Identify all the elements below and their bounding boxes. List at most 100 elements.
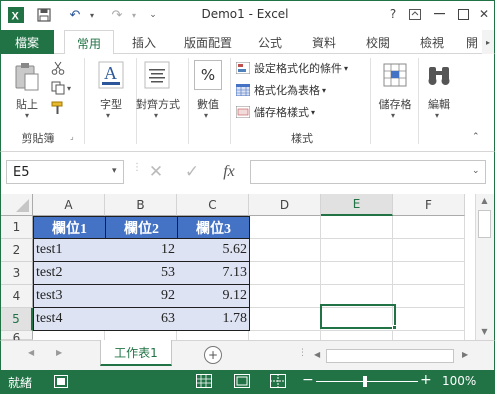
sheet-prev-icon[interactable]: ◀ [28, 348, 34, 357]
row-header-3[interactable]: 3 [1, 262, 33, 285]
tab-formulas[interactable]: 公式 [250, 30, 290, 54]
column-header-d[interactable]: D [249, 194, 321, 216]
column-header-f[interactable]: F [393, 194, 465, 216]
tab-home[interactable]: 常用 [64, 30, 114, 55]
table-cell[interactable]: 9.12 [177, 285, 250, 308]
table-cell[interactable]: 12 [105, 239, 178, 262]
scroll-up-icon[interactable]: ▲ [477, 196, 492, 208]
table-cell[interactable]: 63 [105, 308, 178, 331]
row-header-6[interactable]: 6 [1, 331, 33, 345]
table-header-cell[interactable]: 欄位2 [105, 216, 178, 239]
macro-record-icon[interactable] [54, 375, 68, 388]
cut-icon[interactable] [50, 60, 66, 76]
row-header-4[interactable]: 4 [1, 285, 33, 308]
table-cell[interactable]: test3 [33, 285, 106, 308]
new-sheet-icon[interactable]: + [204, 346, 222, 364]
editing-dropdown-icon[interactable]: ▾ [435, 111, 439, 120]
save-icon[interactable] [34, 5, 54, 25]
table-cell[interactable]: test2 [33, 262, 106, 285]
selected-cell-e5[interactable] [320, 304, 396, 329]
table-header-cell[interactable]: 欄位3 [177, 216, 250, 239]
minimize-icon[interactable] [428, 4, 450, 24]
table-cell[interactable]: 92 [105, 285, 178, 308]
zoom-slider-track[interactable] [316, 381, 418, 382]
format-as-table-button[interactable]: 格式化為表格 ▾ [235, 81, 326, 99]
cells-button[interactable]: 儲存格 [374, 96, 416, 112]
redo-dropdown-icon[interactable]: ▾ [128, 5, 140, 25]
zoom-level[interactable]: 100% [442, 374, 476, 388]
table-cell[interactable]: 53 [105, 262, 178, 285]
tab-data[interactable]: 資料 [304, 30, 344, 54]
expand-formula-bar-icon[interactable]: ⌄ [472, 166, 480, 176]
table-cell[interactable]: test1 [33, 239, 106, 262]
enter-icon[interactable]: ✓ [180, 160, 204, 184]
binoculars-icon[interactable] [424, 60, 454, 90]
empty-cells-row6[interactable] [33, 331, 249, 340]
help-button[interactable]: ? [382, 4, 404, 24]
tab-page-layout[interactable]: 版面配置 [178, 30, 238, 54]
format-painter-icon[interactable] [50, 100, 66, 116]
number-dropdown-icon[interactable]: ▾ [204, 111, 208, 120]
table-cell[interactable]: 5.62 [177, 239, 250, 262]
column-header-c[interactable]: C [177, 194, 249, 216]
close-icon[interactable]: ✕ [473, 4, 495, 24]
alignment-button[interactable]: 對齊方式 [132, 96, 184, 112]
customize-qat-icon[interactable]: ⌄ [146, 5, 160, 25]
font-dropdown-icon[interactable]: ▾ [106, 111, 110, 120]
tab-review[interactable]: 校閱 [358, 30, 398, 54]
formula-input[interactable] [250, 160, 486, 184]
alignment-dropdown-icon[interactable]: ▾ [154, 111, 158, 120]
table-cell[interactable]: test4 [33, 308, 106, 331]
alignment-icon[interactable] [142, 60, 172, 90]
collapse-ribbon-icon[interactable]: ⌃ [472, 132, 480, 142]
sheet-next-icon[interactable]: ▶ [56, 348, 62, 357]
cells-dropdown-icon[interactable]: ▾ [391, 111, 395, 120]
column-header-b[interactable]: B [105, 194, 177, 216]
paste-button[interactable]: 貼上 [8, 96, 46, 112]
undo-dropdown-icon[interactable]: ▾ [86, 5, 98, 25]
zoom-slider-thumb[interactable] [363, 376, 367, 387]
number-button[interactable]: 數值 [190, 96, 226, 112]
font-button[interactable]: 字型 [90, 96, 132, 112]
editing-button[interactable]: 編輯 [420, 96, 458, 112]
copy-dropdown-icon[interactable]: ▾ [67, 84, 71, 93]
table-cell[interactable]: 1.78 [177, 308, 250, 331]
page-layout-view-icon[interactable] [234, 374, 250, 388]
tab-view[interactable]: 檢視 [412, 30, 452, 54]
maximize-icon[interactable] [452, 4, 474, 24]
sheet-tab-active[interactable]: 工作表1 [100, 340, 172, 366]
fill-handle[interactable] [392, 325, 397, 330]
select-all-corner[interactable] [1, 194, 33, 216]
page-break-view-icon[interactable] [270, 374, 286, 388]
scroll-down-icon[interactable]: ▼ [477, 327, 492, 339]
name-box[interactable]: E5 [6, 160, 124, 184]
table-cell[interactable]: 7.13 [177, 262, 250, 285]
row-header-2[interactable]: 2 [1, 239, 33, 262]
zoom-in-icon[interactable]: + [420, 372, 432, 388]
row-header-1[interactable]: 1 [1, 216, 33, 239]
column-header-a[interactable]: A [33, 194, 105, 216]
name-box-dropdown-icon[interactable]: ▾ [112, 166, 117, 176]
tab-split-grip-icon[interactable]: ⋮ [298, 348, 307, 362]
tab-scroll-right-icon[interactable]: ▸ [482, 30, 494, 54]
redo-icon[interactable]: ↷ [106, 5, 128, 25]
column-header-e[interactable]: E [321, 194, 393, 216]
scroll-left-icon[interactable]: ◀ [314, 350, 320, 359]
zoom-out-icon[interactable]: − [302, 372, 314, 388]
scroll-right-icon[interactable]: ▶ [462, 350, 468, 359]
clipboard-launcher-icon[interactable]: ⌟ [70, 132, 80, 142]
font-icon[interactable]: A [96, 60, 126, 90]
ribbon-options-icon[interactable] [404, 4, 426, 24]
cancel-icon[interactable]: ✕ [144, 160, 168, 184]
paste-dropdown-icon[interactable]: ▾ [22, 111, 32, 120]
undo-icon[interactable]: ↶ [64, 5, 86, 25]
cell-styles-button[interactable]: 儲存格樣式 ▾ [235, 103, 315, 121]
insert-function-icon[interactable]: fx [216, 160, 242, 184]
copy-icon[interactable] [50, 80, 66, 96]
normal-view-icon[interactable] [196, 374, 212, 388]
horizontal-scroll-thumb[interactable] [326, 349, 454, 363]
conditional-formatting-button[interactable]: 設定格式化的條件 ▾ [235, 59, 348, 77]
table-header-cell[interactable]: 欄位1 [33, 216, 106, 239]
vertical-scroll-thumb[interactable] [478, 210, 491, 238]
number-format-icon[interactable]: % [193, 60, 223, 90]
